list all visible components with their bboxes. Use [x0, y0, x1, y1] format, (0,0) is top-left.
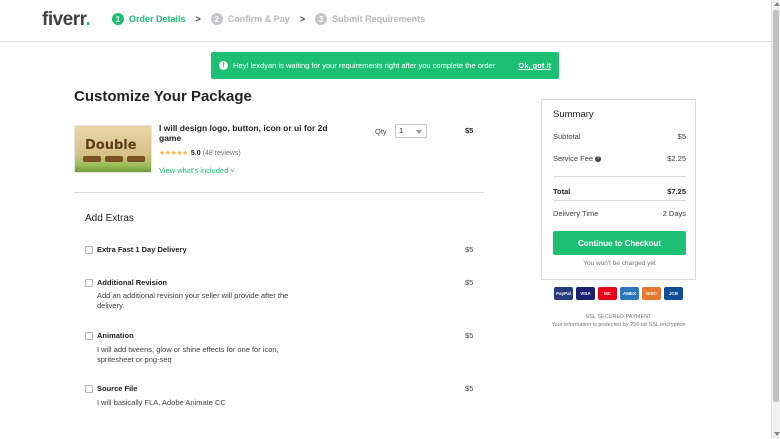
step-number: 3	[315, 13, 328, 25]
continue-to-checkout-button[interactable]: Continue to Checkout	[553, 231, 686, 255]
page-title: Customize Your Package	[74, 88, 252, 105]
divider	[74, 192, 484, 193]
extra-description: I will basically FLA, Adobe Animate CC	[97, 398, 226, 407]
scroll-up-arrow-icon[interactable]	[774, 2, 780, 6]
extra-description: I will add tweens, glow or shine effects…	[97, 345, 279, 364]
thumbnail-decoration	[83, 156, 101, 162]
fiverr-logo[interactable]: fiverr.	[42, 9, 91, 31]
checkout-steps: 1 Order Details > 2 Confirm & Pay > 3 Su…	[112, 13, 425, 25]
step-label: Order Details	[129, 14, 186, 24]
extra-name: Source File	[97, 384, 138, 393]
extra-name: Extra Fast 1 Day Delivery	[97, 245, 187, 254]
thumbnail-decoration	[127, 156, 145, 162]
step-confirm-pay: 2 Confirm & Pay	[210, 13, 290, 25]
qty-value: 1	[399, 126, 404, 135]
extra-price: $5	[465, 245, 474, 254]
thumbnail-text: Double	[85, 138, 137, 153]
total-label: Total	[553, 187, 571, 196]
scroll-down-arrow-icon[interactable]	[774, 432, 780, 436]
delivery-label: Delivery Time	[553, 209, 599, 218]
step-order-details[interactable]: 1 Order Details	[112, 13, 186, 25]
summary-fee-row: Service Fee? $2.25	[553, 154, 686, 163]
paypal-icon: PayPal	[554, 287, 573, 300]
total-value: $7.25	[667, 187, 686, 196]
order-summary: Summary Subtotal $5 Service Fee? $2.25 T…	[541, 99, 696, 280]
step-number: 1	[112, 13, 124, 25]
thumbnail-decoration	[105, 156, 123, 162]
requirements-banner: ! Hey! lexdyan is waiting for your requi…	[211, 52, 559, 79]
review-count: (48 reviews)	[202, 149, 241, 157]
amex-icon: AMEX	[620, 287, 639, 300]
divider	[553, 200, 686, 201]
extra-checkbox-additional-revision[interactable]	[85, 279, 93, 287]
extra-name: Additional Revision	[97, 278, 168, 287]
step-label: Submit Requirements	[332, 14, 426, 24]
extra-checkbox-animation[interactable]	[85, 332, 93, 340]
step-submit-requirements: 3 Submit Requirements	[315, 13, 425, 25]
service-fee-value: $2.25	[667, 154, 686, 163]
view-included-link[interactable]: View what's included ˅	[159, 166, 235, 175]
ssl-text: Your information is protected by 256-bit…	[551, 322, 686, 328]
gig-rating: ★★★★★ 5.0 (48 reviews)	[159, 149, 241, 158]
gig-price: $5	[465, 126, 474, 135]
question-icon[interactable]: ?	[595, 156, 602, 163]
rating-value: 5.0	[190, 149, 201, 157]
service-fee-label: Service Fee	[553, 154, 594, 163]
summary-title: Summary	[553, 109, 594, 120]
subtotal-value: $5	[677, 132, 686, 141]
extra-price: $5	[465, 278, 474, 287]
jcb-icon: JCB	[664, 287, 683, 300]
info-icon: !	[219, 61, 228, 70]
banner-dismiss-link[interactable]: Ok, got it	[519, 61, 552, 70]
chevron-right-icon: >	[299, 14, 306, 24]
gig-title: I will design logo, button, icon or ui f…	[159, 123, 328, 143]
divider	[553, 176, 686, 177]
summary-subtotal-row: Subtotal $5	[553, 132, 686, 141]
extra-name: Animation	[97, 331, 134, 340]
extra-price: $5	[465, 331, 474, 340]
discover-icon: DISC	[642, 287, 661, 300]
step-number: 2	[210, 13, 223, 25]
chevron-down-icon	[416, 130, 422, 134]
ssl-title: SSL SECURED PAYMENT	[585, 314, 652, 320]
extra-checkbox-source-file[interactable]	[85, 385, 93, 393]
chevron-right-icon: >	[195, 14, 201, 24]
delivery-value: 2 Days	[662, 209, 686, 218]
extra-description: Add an additional revision your seller w…	[97, 291, 289, 310]
scroll-thumb[interactable]	[773, 10, 779, 402]
subtotal-label: Subtotal	[553, 132, 581, 141]
extra-price: $5	[465, 384, 474, 393]
qty-select[interactable]: 1	[395, 124, 427, 138]
banner-text: Hey! lexdyan is waiting for your require…	[233, 61, 496, 70]
visa-icon: VISA	[576, 287, 595, 300]
page-scrollbar[interactable]	[771, 0, 780, 439]
summary-total-row: Total $7.25	[553, 187, 686, 196]
no-charge-note: You won't be charged yet	[583, 260, 656, 267]
extra-checkbox-fast-delivery[interactable]	[85, 246, 93, 254]
step-label: Confirm & Pay	[227, 14, 290, 24]
summary-delivery-row: Delivery Time 2 Days	[553, 209, 686, 218]
header: fiverr. 1 Order Details > 2 Confirm & Pa…	[0, 0, 771, 42]
gig-thumbnail: Double	[74, 125, 152, 173]
payment-methods: PayPal VISA MC AMEX DISC JCB	[554, 287, 683, 300]
extras-title: Add Extras	[85, 213, 134, 224]
mastercard-icon: MC	[598, 287, 617, 300]
qty-label: Qty	[375, 127, 387, 136]
star-icon: ★★★★★	[159, 150, 188, 157]
